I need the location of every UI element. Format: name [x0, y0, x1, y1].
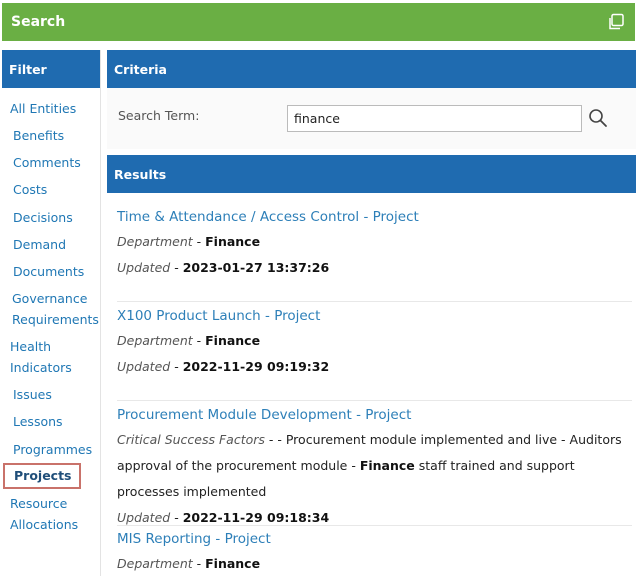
result-meta-department: Department - Finance [117, 234, 261, 249]
page-title: Search [11, 14, 66, 30]
result-meta-department: Department - Finance [117, 556, 261, 571]
result-meta-updated: Updated - 2022-11-29 09:18:34 [117, 510, 330, 525]
criteria-title: Criteria [107, 50, 636, 88]
result-title-link[interactable]: Time & Attendance / Access Control - Pro… [117, 209, 632, 225]
filter-item-health-indicators[interactable]: Health Indicators [2, 336, 100, 378]
result-item: MIS Reporting - Project Department - Fin… [117, 531, 632, 576]
result-meta-updated: Updated - 2022-11-29 09:19:32 [117, 359, 330, 374]
results-title: Results [107, 155, 636, 193]
filter-item-comments[interactable]: Comments [2, 152, 100, 173]
filter-item-costs[interactable]: Costs [2, 179, 100, 200]
search-input[interactable] [287, 105, 582, 132]
filter-item-programmes[interactable]: Programmes [2, 439, 100, 460]
result-meta-updated: Updated - 2023-01-27 13:37:26 [117, 260, 330, 275]
results-panel: Results Time & Attendance / Access Contr… [107, 155, 636, 576]
result-title-link[interactable]: X100 Product Launch - Project [117, 308, 632, 324]
filter-item-benefits[interactable]: Benefits [2, 125, 100, 146]
search-term-label: Search Term: [118, 108, 200, 123]
result-item: Time & Attendance / Access Control - Pro… [117, 209, 632, 281]
result-meta-csf: Critical Success Factors - - Procurement… [117, 432, 622, 499]
filter-item-governance-requirements[interactable]: Governance Requirements [2, 288, 100, 330]
result-meta-department: Department - Finance [117, 333, 261, 348]
filter-sidebar: Filter All Entities Benefits Comments Co… [2, 50, 101, 576]
result-item: Procurement Module Development - Project… [117, 407, 632, 531]
filter-item-all-entities[interactable]: All Entities [2, 98, 100, 119]
copy-icon[interactable] [607, 13, 625, 31]
filter-item-lessons[interactable]: Lessons [2, 411, 100, 432]
result-title-link[interactable]: Procurement Module Development - Project [117, 407, 632, 423]
result-title-link[interactable]: MIS Reporting - Project [117, 531, 632, 547]
filter-item-demand[interactable]: Demand [2, 234, 100, 255]
search-icon[interactable] [588, 108, 608, 128]
result-item: X100 Product Launch - Project Department… [117, 308, 632, 380]
filter-item-decisions[interactable]: Decisions [2, 207, 100, 228]
result-divider [117, 400, 632, 401]
filter-title: Filter [2, 50, 100, 88]
search-header: Search [2, 3, 635, 41]
filter-item-issues[interactable]: Issues [2, 384, 100, 405]
result-divider [117, 301, 632, 302]
result-divider [117, 525, 632, 526]
criteria-panel: Criteria Search Term: [107, 50, 636, 149]
filter-item-resource-allocations[interactable]: Resource Allocations [2, 493, 100, 535]
filter-item-documents[interactable]: Documents [2, 261, 100, 282]
filter-item-projects[interactable]: Projects [3, 463, 81, 489]
